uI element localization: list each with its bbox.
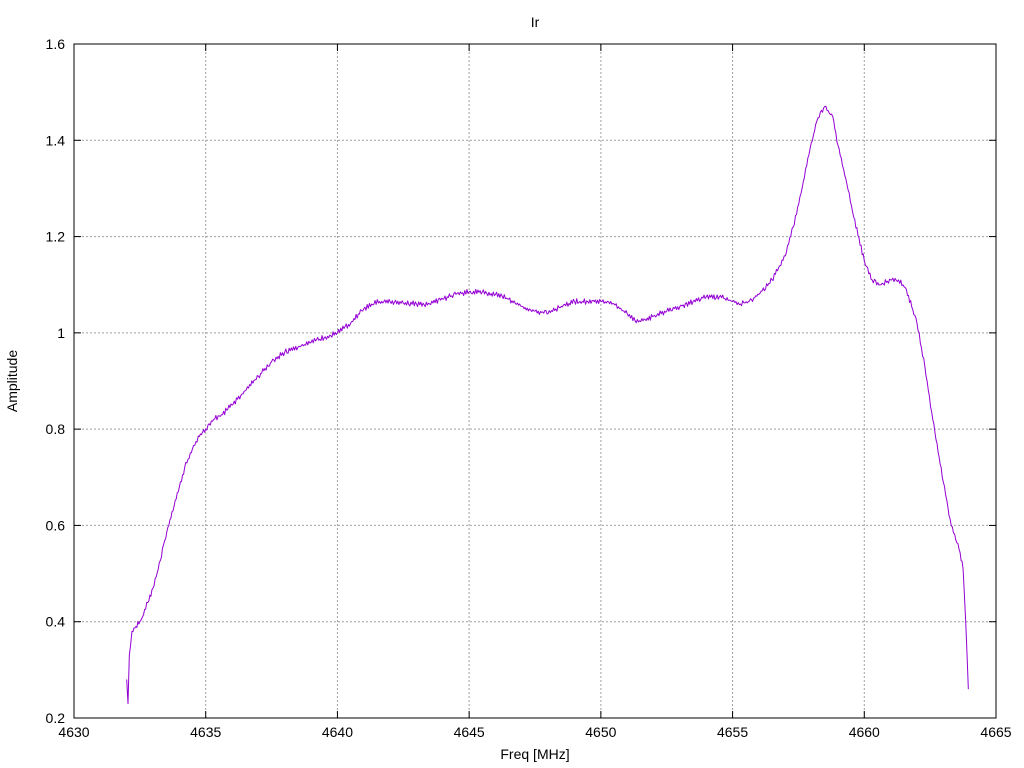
x-tick-label: 4655 — [717, 724, 748, 740]
x-tick-label: 4650 — [585, 724, 616, 740]
ticks: 4630 4635 4640 4645 4650 4655 4660 4665 0.2 0.4 0.… — [46, 36, 1012, 740]
y-tick-label: 1.4 — [46, 132, 66, 148]
x-tick-label: 4640 — [322, 724, 353, 740]
x-tick-label: 4635 — [190, 724, 221, 740]
x-tick-label: 4665 — [980, 724, 1011, 740]
plot-border — [73, 43, 997, 719]
y-tick-label: 0.6 — [46, 517, 66, 533]
line-chart: Ir 4630 4635 4640 4645 4650 4655 4660 4665 0.2 0.… — [4, 14, 1012, 762]
x-tick-label: 4660 — [849, 724, 880, 740]
x-axis-title: Freq [MHz] — [500, 746, 569, 762]
series-layer — [126, 105, 969, 705]
y-tick-label: 0.8 — [46, 421, 66, 437]
y-tick-label: 1.6 — [46, 36, 66, 52]
chart-title: Ir — [531, 14, 540, 30]
x-tick-label: 4645 — [454, 724, 485, 740]
x-tick-label: 4630 — [58, 724, 89, 740]
y-tick-label: 1 — [57, 325, 65, 341]
y-tick-label: 0.4 — [46, 614, 66, 630]
y-tick-label: 0.2 — [46, 710, 66, 726]
series-line — [126, 105, 969, 705]
y-axis-title: Amplitude — [4, 350, 20, 412]
grid — [74, 44, 996, 718]
y-tick-label: 1.2 — [46, 229, 66, 245]
